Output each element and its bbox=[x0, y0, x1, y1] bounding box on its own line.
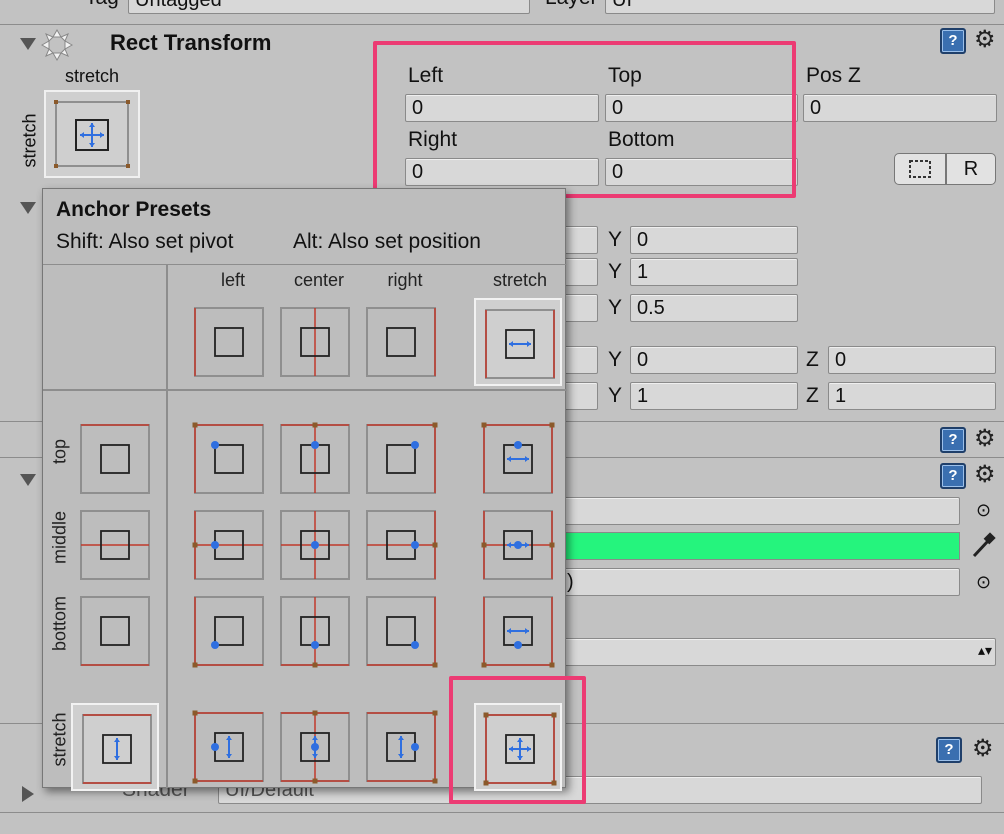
column-label-center: center bbox=[293, 270, 345, 290]
blueprint-icon bbox=[909, 160, 931, 178]
anchor-preset-center-middle[interactable] bbox=[271, 501, 359, 589]
alt-hint: Alt: Also set position bbox=[293, 230, 481, 253]
column-label-left: left bbox=[220, 270, 245, 290]
raw-edit-button[interactable]: R bbox=[946, 153, 996, 185]
anchor-preset-left-bottom[interactable] bbox=[185, 587, 273, 675]
anchor-preset-stretch-top[interactable] bbox=[474, 415, 562, 503]
anchor-preset-button[interactable] bbox=[44, 90, 140, 178]
rect-transform-component-icon bbox=[40, 28, 74, 62]
anchor-preset-center-top[interactable] bbox=[271, 415, 359, 503]
anchors-fold-icon[interactable] bbox=[20, 202, 36, 214]
anchor-preset-any-stretch[interactable] bbox=[71, 703, 159, 791]
anchor-min-y-field[interactable]: 0 bbox=[630, 226, 798, 254]
help-icon[interactable]: ? bbox=[940, 463, 966, 489]
dropdown-arrow-icon: ▴▾ bbox=[978, 642, 993, 658]
anchor-preview-horizontal-label: stretch bbox=[64, 66, 120, 86]
row-label-stretch: stretch bbox=[49, 712, 70, 767]
anchor-preset-center-any[interactable] bbox=[271, 298, 359, 386]
anchor-preset-stretch-bottom[interactable] bbox=[474, 587, 562, 675]
column-label-stretch: stretch bbox=[492, 270, 548, 290]
y-label-3: Y bbox=[608, 296, 623, 319]
anchor-preset-stretch-middle[interactable] bbox=[474, 501, 562, 589]
gear-icon[interactable]: ⚙ bbox=[974, 426, 1000, 452]
material-field[interactable]: ) bbox=[560, 568, 960, 596]
gear-icon[interactable]: ⚙ bbox=[972, 736, 998, 762]
column-label-right: right bbox=[387, 270, 423, 290]
anchor-preset-right-bottom[interactable] bbox=[357, 587, 445, 675]
anchor-preset-right-any[interactable] bbox=[357, 298, 445, 386]
scale-z-field[interactable]: 1 bbox=[828, 382, 996, 410]
help-icon[interactable]: ? bbox=[940, 28, 966, 54]
image-fold-icon[interactable] bbox=[20, 474, 36, 486]
eyedropper-icon[interactable] bbox=[968, 531, 998, 561]
y-label-5: Y bbox=[608, 384, 623, 407]
z-label-2: Z bbox=[806, 384, 819, 407]
y-label-1: Y bbox=[608, 228, 623, 251]
object-picker-icon[interactable]: ⊙ bbox=[976, 500, 991, 521]
tag-label: Tag bbox=[85, 0, 119, 10]
pos-z-label: Pos Z bbox=[806, 64, 861, 87]
anchor-presets-title: Anchor Presets bbox=[56, 198, 212, 221]
anchor-preset-any-middle[interactable] bbox=[71, 501, 159, 589]
anchor-preset-stretch-any[interactable] bbox=[474, 298, 562, 386]
anchor-preset-left-top[interactable] bbox=[185, 415, 273, 503]
rotation-z-field[interactable]: 0 bbox=[828, 346, 996, 374]
fields-highlight bbox=[373, 41, 796, 198]
y-label-4: Y bbox=[608, 348, 623, 371]
object-picker-icon[interactable]: ⊙ bbox=[976, 572, 991, 593]
anchor-preset-any-bottom[interactable] bbox=[71, 587, 159, 675]
rect-transform-title: Rect Transform bbox=[110, 30, 272, 55]
layer-dropdown[interactable]: UI bbox=[605, 0, 995, 14]
gear-icon[interactable]: ⚙ bbox=[974, 462, 1000, 488]
anchor-max-y-field[interactable]: 1 bbox=[630, 258, 798, 286]
layer-label: Layer bbox=[545, 0, 598, 10]
tag-dropdown[interactable]: Untagged bbox=[128, 0, 530, 14]
rotation-y-field[interactable]: 0 bbox=[630, 346, 798, 374]
help-icon[interactable]: ? bbox=[940, 427, 966, 453]
pivot-y-field[interactable]: 0.5 bbox=[630, 294, 798, 322]
anchor-preset-right-top[interactable] bbox=[357, 415, 445, 503]
anchor-preset-left-stretch[interactable] bbox=[185, 703, 273, 791]
scale-y-field[interactable]: 1 bbox=[630, 382, 798, 410]
help-icon[interactable]: ? bbox=[936, 737, 962, 763]
color-swatch[interactable] bbox=[560, 532, 960, 560]
source-image-field[interactable] bbox=[560, 497, 960, 525]
anchor-preset-right-middle[interactable] bbox=[357, 501, 445, 589]
row-label-bottom: bottom bbox=[49, 595, 70, 652]
material-fold-icon[interactable] bbox=[22, 786, 34, 802]
y-label-2: Y bbox=[608, 260, 623, 283]
anchor-preset-left-middle[interactable] bbox=[185, 501, 273, 589]
anchor-preset-center-stretch[interactable] bbox=[271, 703, 359, 791]
pos-z-field[interactable]: 0 bbox=[803, 94, 997, 122]
anchor-preset-right-stretch[interactable] bbox=[357, 703, 445, 791]
shift-hint: Shift: Also set pivot bbox=[56, 230, 234, 253]
anchor-preset-any-top[interactable] bbox=[71, 415, 159, 503]
hidden-dropdown[interactable] bbox=[560, 638, 996, 666]
anchor-preview-vertical-label: stretch bbox=[19, 113, 40, 168]
selected-preset-highlight bbox=[449, 676, 586, 804]
anchor-preset-left-any[interactable] bbox=[185, 298, 273, 386]
anchor-preset-center-bottom[interactable] bbox=[271, 587, 359, 675]
blueprint-mode-button[interactable] bbox=[894, 153, 946, 185]
gear-icon[interactable]: ⚙ bbox=[974, 27, 1000, 53]
z-label-1: Z bbox=[806, 348, 819, 371]
rect-transform-fold-icon[interactable] bbox=[20, 38, 36, 50]
